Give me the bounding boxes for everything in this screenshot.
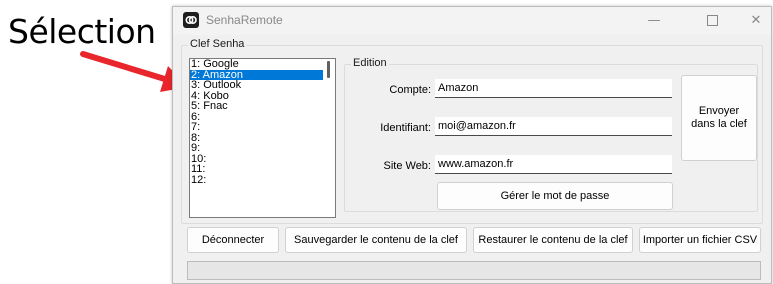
siteweb-label: Site Web: (383, 160, 432, 172)
entries-list: 1: Google 2: Amazon 3: Outlook 4: Kobo 5: Fn… (190, 59, 335, 185)
scrollbar-thumb[interactable] (327, 61, 330, 78)
identifiant-label: Identifiant: (380, 122, 431, 134)
clef-senha-group: Clef Senha 1: Google 2: Amazon 3: Outlook 4… (181, 38, 763, 224)
app-logo-icon (183, 12, 199, 28)
title-bar[interactable]: SenhaRemote — ✕ (173, 7, 771, 35)
list-item[interactable]: 6: (190, 111, 335, 123)
list-item[interactable]: 3: Outlook (190, 80, 335, 91)
list-item[interactable]: 10: (190, 153, 335, 165)
list-item[interactable]: 11: (190, 164, 335, 175)
window-title: SenhaRemote (206, 13, 283, 27)
edition-group: Edition Compte: Amazon Identifiant: moi@… (344, 57, 758, 212)
minimize-button[interactable]: — (631, 7, 677, 35)
app-window: SenhaRemote — ✕ Clef Senha 1: Google 2: A… (172, 6, 772, 284)
envoyer-label-line2: dans la clef (691, 118, 747, 130)
list-item[interactable]: 5: Fnac (190, 101, 335, 112)
entries-listbox[interactable]: 1: Google 2: Amazon 3: Outlook 4: Kobo 5: Fn… (189, 58, 336, 218)
siteweb-field[interactable]: www.amazon.fr (435, 155, 672, 174)
clef-senha-legend: Clef Senha (188, 38, 247, 50)
list-item[interactable]: 9: (190, 143, 335, 154)
sauvegarder-button[interactable]: Sauvegarder le contenu de la clef (285, 227, 467, 253)
close-button[interactable]: ✕ (733, 7, 773, 35)
minimize-icon: — (647, 13, 661, 28)
maximize-icon (706, 15, 718, 26)
list-item[interactable]: 1: Google (190, 59, 335, 70)
edition-legend: Edition (351, 57, 389, 69)
status-progress-bar (187, 261, 761, 280)
list-item[interactable]: 7: (190, 122, 335, 133)
importer-csv-button[interactable]: Importer un fichier CSV (639, 227, 761, 253)
maximize-button[interactable] (689, 7, 735, 35)
identifiant-field[interactable]: moi@amazon.fr (435, 117, 672, 136)
compte-label: Compte: (389, 84, 431, 96)
list-item[interactable]: 12: (190, 174, 335, 186)
close-icon: ✕ (750, 13, 762, 28)
compte-field[interactable]: Amazon (435, 79, 672, 98)
deconnecter-button[interactable]: Déconnecter (187, 227, 279, 253)
list-item[interactable]: 8: (190, 132, 335, 144)
restaurer-button[interactable]: Restaurer le contenu de la clef (473, 227, 633, 253)
annotation-selection-label: Sélection (8, 12, 156, 51)
envoyer-dans-la-clef-button[interactable]: Envoyer dans la clef (681, 75, 757, 161)
envoyer-label-line1: Envoyer (698, 105, 740, 117)
gerer-mot-de-passe-button[interactable]: Gérer le mot de passe (437, 182, 673, 210)
listbox-scrollbar[interactable] (323, 59, 335, 217)
